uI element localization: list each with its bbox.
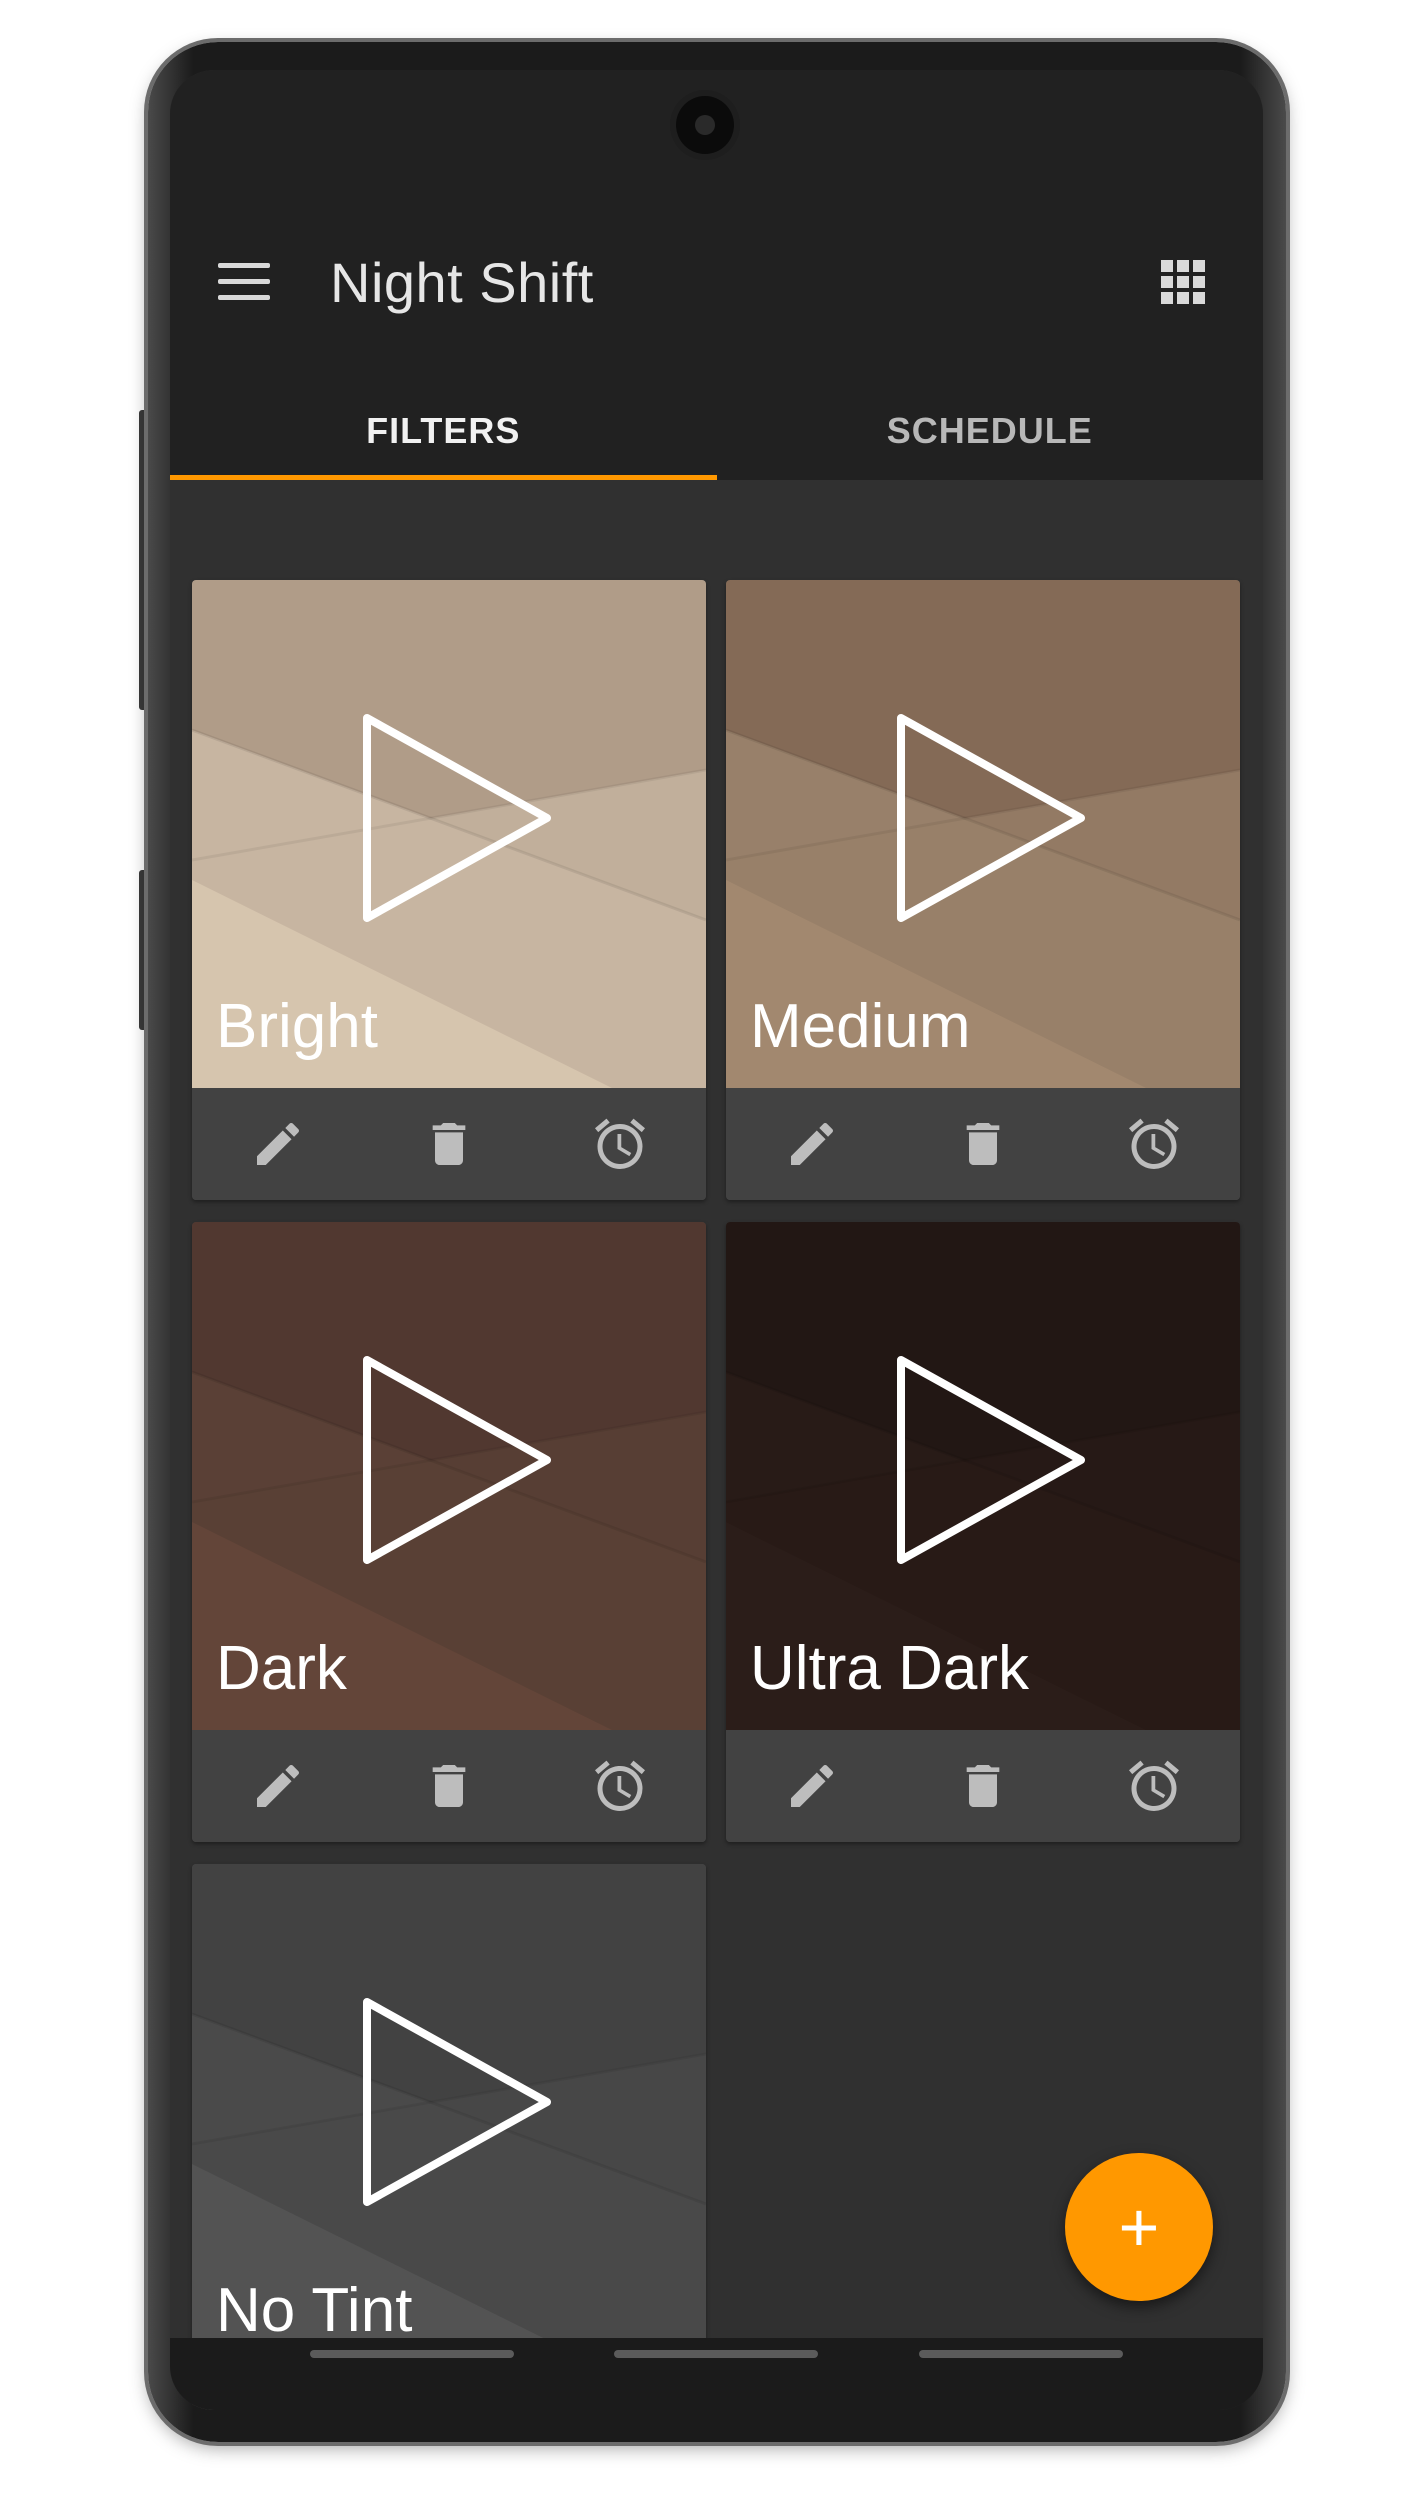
filter-preview[interactable]: Medium [726, 580, 1240, 1088]
play-icon[interactable] [891, 1350, 1091, 1570]
filter-name: Dark [216, 1634, 347, 1703]
edit-icon[interactable] [247, 1755, 309, 1817]
delete-icon[interactable] [418, 1755, 480, 1817]
nav-back[interactable] [919, 2350, 1123, 2358]
filter-name: No Tint [216, 2276, 413, 2345]
edit-icon[interactable] [247, 1113, 309, 1175]
app-bar: Night Shift FILTERS SCHEDULE [170, 70, 1263, 480]
tab-schedule[interactable]: SCHEDULE [717, 410, 1264, 480]
filter-preview[interactable]: Ultra Dark [726, 1222, 1240, 1730]
edit-icon[interactable] [781, 1755, 843, 1817]
play-icon[interactable] [357, 1992, 557, 2212]
filter-preview[interactable]: Dark [192, 1222, 706, 1730]
alarm-icon[interactable] [589, 1113, 651, 1175]
tab-filters[interactable]: FILTERS [170, 410, 717, 480]
delete-icon[interactable] [952, 1755, 1014, 1817]
front-camera [676, 96, 734, 154]
alarm-icon[interactable] [589, 1755, 651, 1817]
filter-actions [192, 1730, 706, 1842]
play-icon[interactable] [357, 1350, 557, 1570]
play-icon[interactable] [357, 708, 557, 928]
filter-card: Medium [726, 580, 1240, 1200]
system-nav-bar [170, 2338, 1263, 2410]
filter-card: Dark [192, 1222, 706, 1842]
edit-icon[interactable] [781, 1113, 843, 1175]
apps-grid-icon[interactable] [1161, 260, 1205, 304]
filter-grid: Bright Medium Dark Ultra Dark No Tint [170, 480, 1263, 2410]
filter-actions [192, 1088, 706, 1200]
menu-icon[interactable] [218, 263, 270, 301]
nav-home[interactable] [614, 2350, 818, 2358]
filter-name: Bright [216, 992, 378, 1061]
filter-actions [726, 1088, 1240, 1200]
filter-card: Ultra Dark [726, 1222, 1240, 1842]
nav-recents[interactable] [310, 2350, 514, 2358]
add-filter-button[interactable]: + [1065, 2153, 1213, 2301]
filter-name: Medium [750, 992, 971, 1061]
alarm-icon[interactable] [1123, 1755, 1185, 1817]
alarm-icon[interactable] [1123, 1113, 1185, 1175]
filter-card: Bright [192, 580, 706, 1200]
filter-preview[interactable]: No Tint [192, 1864, 706, 2372]
delete-icon[interactable] [952, 1113, 1014, 1175]
delete-icon[interactable] [418, 1113, 480, 1175]
play-icon[interactable] [891, 708, 1091, 928]
filter-card: No Tint [192, 1864, 706, 2410]
page-title: Night Shift [330, 251, 594, 314]
phone-screen: Night Shift FILTERS SCHEDULE Bright Medi… [170, 70, 1263, 2410]
filter-preview[interactable]: Bright [192, 580, 706, 1088]
tab-bar: FILTERS SCHEDULE [170, 410, 1263, 480]
filter-name: Ultra Dark [750, 1634, 1030, 1703]
filter-actions [726, 1730, 1240, 1842]
